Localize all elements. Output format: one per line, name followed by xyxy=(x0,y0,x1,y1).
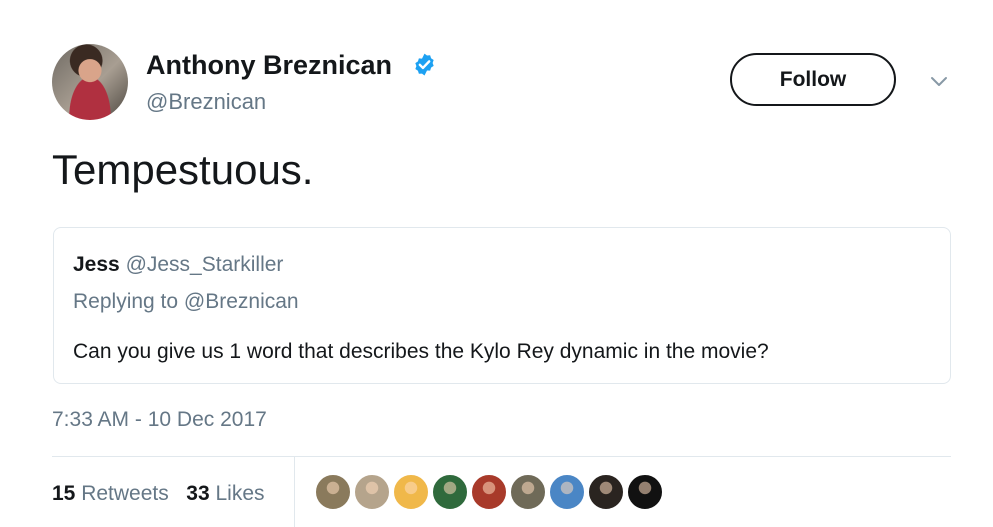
follow-button[interactable]: Follow xyxy=(730,53,896,106)
likes-count: 33 xyxy=(186,482,210,505)
quoted-tweet[interactable]: Jess @Jess_Starkiller Replying to @Brezn… xyxy=(53,227,951,384)
tweet-timestamp[interactable]: 7:33 AM - 10 Dec 2017 xyxy=(52,408,267,432)
liker-avatar[interactable] xyxy=(510,474,546,510)
verified-badge-icon xyxy=(415,53,434,76)
liker-avatar[interactable] xyxy=(432,474,468,510)
liker-avatar[interactable] xyxy=(627,474,663,510)
liker-avatar[interactable] xyxy=(588,474,624,510)
likes-stat[interactable]: 33 Likes xyxy=(186,482,264,505)
author-handle[interactable]: @Breznican xyxy=(146,89,266,115)
liker-avatars xyxy=(315,474,666,512)
retweets-stat[interactable]: 15 Retweets xyxy=(52,482,169,505)
quoted-author-name: Jess xyxy=(73,253,120,276)
quoted-replying-to: Replying to @Breznican xyxy=(73,290,299,313)
tweet-stats: 15 Retweets 33 Likes xyxy=(52,482,265,506)
author-avatar[interactable] xyxy=(52,44,128,120)
liker-avatar[interactable] xyxy=(549,474,585,510)
divider xyxy=(52,456,951,457)
retweets-count: 15 xyxy=(52,482,76,505)
chevron-down-icon[interactable] xyxy=(928,70,950,92)
likes-label: Likes xyxy=(215,482,265,505)
retweets-label: Retweets xyxy=(81,482,169,505)
stats-divider xyxy=(294,457,295,527)
quoted-tweet-header: Jess @Jess_Starkiller xyxy=(73,253,283,277)
quoted-tweet-text: Can you give us 1 word that describes th… xyxy=(73,340,769,363)
liker-avatar[interactable] xyxy=(315,474,351,510)
liker-avatar[interactable] xyxy=(471,474,507,510)
quoted-author-handle: @Jess_Starkiller xyxy=(125,253,284,276)
liker-avatar[interactable] xyxy=(354,474,390,510)
tweet-text: Tempestuous. xyxy=(52,146,314,193)
author-name[interactable]: Anthony Breznican xyxy=(146,50,392,81)
liker-avatar[interactable] xyxy=(393,474,429,510)
